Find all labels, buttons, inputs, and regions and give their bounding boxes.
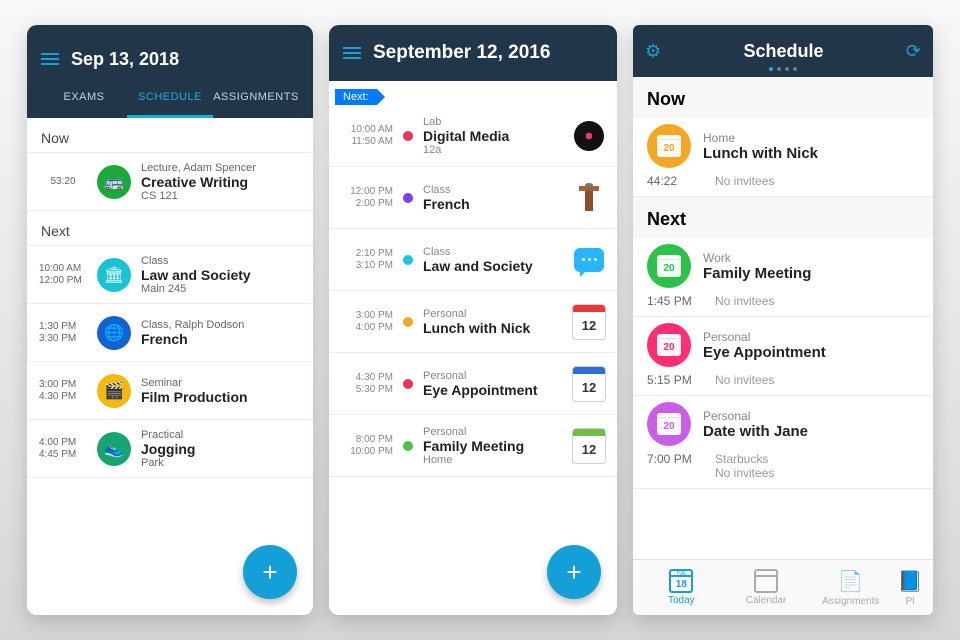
plus-icon: + bbox=[262, 557, 277, 588]
schedule-list: 10:00 AM11:50 AM Lab Digital Media 12a 1… bbox=[329, 105, 617, 615]
item-overline: Lecture, Adam Spencer bbox=[141, 162, 301, 174]
event-icon: 20 bbox=[647, 124, 691, 168]
add-button[interactable]: + bbox=[547, 545, 601, 599]
tab-assignments[interactable]: 📄 Assignments bbox=[808, 569, 893, 607]
chat-icon bbox=[571, 242, 607, 278]
page-dots bbox=[769, 67, 797, 71]
refresh-icon[interactable]: ⟳ bbox=[906, 41, 921, 62]
header: ⚙ Schedule ⟳ bbox=[633, 25, 933, 77]
event-icon: 20 bbox=[647, 244, 691, 288]
tab-bar: EXAMS SCHEDULE ASSIGNMENTS bbox=[41, 81, 299, 118]
color-dot bbox=[403, 255, 413, 265]
phone-screen-3: ⚙ Schedule ⟳ Now 20 Home Lunch with Nick… bbox=[633, 25, 933, 615]
calendar-icon: TUE 18 bbox=[669, 569, 693, 593]
phone-screen-2: September 12, 2016 Next: 10:00 AM11:50 A… bbox=[329, 25, 617, 615]
calendar-icon: 12 bbox=[571, 304, 607, 340]
time-range: 1:30 PM3:30 PM bbox=[39, 321, 87, 344]
podium-icon bbox=[571, 180, 607, 216]
schedule-item[interactable]: 53:20 🚌 Lecture, Adam Spencer Creative W… bbox=[27, 153, 313, 211]
countdown: 44:22 bbox=[647, 174, 703, 188]
schedule-item[interactable]: 20 Work Family Meeting 1:45 PM No invite… bbox=[633, 238, 933, 317]
hamburger-icon[interactable] bbox=[343, 47, 361, 59]
event-icon: 20 bbox=[647, 323, 691, 367]
schedule-item[interactable]: 3:00 PM4:00 PM Personal Lunch with Nick … bbox=[329, 291, 617, 353]
header: Sep 13, 2018 EXAMS SCHEDULE ASSIGNMENTS bbox=[27, 25, 313, 118]
event-icon: 20 bbox=[647, 402, 691, 446]
plus-icon: + bbox=[566, 557, 581, 588]
schedule-item[interactable]: 3:00 PM4:30 PM 🎬 Seminar Film Production bbox=[27, 362, 313, 420]
schedule-item[interactable]: 1:30 PM3:30 PM 🌐 Class, Ralph Dodson Fre… bbox=[27, 304, 313, 362]
time-range: 10:00 AM12:00 PM bbox=[39, 263, 87, 286]
calendar-icon: 12 bbox=[571, 428, 607, 464]
color-dot bbox=[403, 131, 413, 141]
class-icon: 🚌 bbox=[97, 165, 131, 199]
tab-schedule[interactable]: SCHEDULE bbox=[127, 81, 213, 118]
class-icon: 🎬 bbox=[97, 374, 131, 408]
color-dot bbox=[403, 441, 413, 451]
schedule-item[interactable]: 4:00 PM4:45 PM 👟 Practical Jogging Park bbox=[27, 420, 313, 478]
header-date: Sep 13, 2018 bbox=[71, 49, 179, 70]
schedule-item[interactable]: 12:00 PM2:00 PM Class French bbox=[329, 167, 617, 229]
color-dot bbox=[403, 193, 413, 203]
next-chip: Next: bbox=[335, 89, 377, 105]
header-date: September 12, 2016 bbox=[373, 42, 550, 64]
tab-calendar[interactable]: Calendar bbox=[724, 569, 809, 606]
schedule-item[interactable]: 20 Personal Eye Appointment 5:15 PM No i… bbox=[633, 317, 933, 396]
tab-more[interactable]: 📘 Pl bbox=[893, 569, 927, 607]
header-title: Schedule bbox=[744, 41, 824, 62]
countdown: 53:20 bbox=[39, 176, 87, 188]
schedule-list: Now 53:20 🚌 Lecture, Adam Spencer Creati… bbox=[27, 118, 313, 615]
schedule-item[interactable]: 20 Home Lunch with Nick 44:22 No invitee… bbox=[633, 118, 933, 197]
class-icon: 🌐 bbox=[97, 316, 131, 350]
schedule-item[interactable]: 4:30 PM5:30 PM Personal Eye Appointment … bbox=[329, 353, 617, 415]
phone-screen-1: Sep 13, 2018 EXAMS SCHEDULE ASSIGNMENTS … bbox=[27, 25, 313, 615]
schedule-list: Now 20 Home Lunch with Nick 44:22 No inv… bbox=[633, 77, 933, 559]
class-icon: 🏛 bbox=[97, 258, 131, 292]
section-now: Now bbox=[633, 77, 933, 118]
time-range: 4:00 PM4:45 PM bbox=[39, 437, 87, 460]
item-title: Creative Writing bbox=[141, 174, 301, 190]
schedule-item[interactable]: 10:00 AM12:00 PM 🏛 Class Law and Society… bbox=[27, 246, 313, 304]
gear-icon[interactable]: ⚙ bbox=[645, 41, 661, 62]
add-button[interactable]: + bbox=[243, 545, 297, 599]
schedule-item[interactable]: 10:00 AM11:50 AM Lab Digital Media 12a bbox=[329, 105, 617, 167]
schedule-item[interactable]: 20 Personal Date with Jane 7:00 PM Starb… bbox=[633, 396, 933, 489]
hamburger-icon[interactable] bbox=[41, 53, 59, 65]
header: September 12, 2016 bbox=[329, 25, 617, 81]
calendar-icon: 12 bbox=[571, 366, 607, 402]
class-icon: 👟 bbox=[97, 432, 131, 466]
assignments-icon: 📄 bbox=[838, 569, 863, 594]
calendar-icon bbox=[754, 569, 778, 593]
more-icon: 📘 bbox=[898, 569, 923, 594]
color-dot bbox=[403, 317, 413, 327]
vinyl-icon bbox=[571, 118, 607, 154]
tab-exams[interactable]: EXAMS bbox=[41, 81, 127, 118]
section-next: Next bbox=[27, 211, 313, 246]
bottom-tab-bar: TUE 18 Today Calendar 📄 Assignments 📘 Pl bbox=[633, 559, 933, 615]
time-range: 3:00 PM4:30 PM bbox=[39, 379, 87, 402]
schedule-item[interactable]: 8:00 PM10:00 PM Personal Family Meeting … bbox=[329, 415, 617, 477]
color-dot bbox=[403, 379, 413, 389]
next-chip-wrap: Next: bbox=[329, 81, 617, 105]
section-next: Next bbox=[633, 197, 933, 238]
item-subtitle: CS 121 bbox=[141, 190, 301, 202]
schedule-item[interactable]: 2:10 PM3:10 PM Class Law and Society bbox=[329, 229, 617, 291]
section-now: Now bbox=[27, 118, 313, 153]
tab-today[interactable]: TUE 18 Today bbox=[639, 569, 724, 606]
tab-assignments[interactable]: ASSIGNMENTS bbox=[213, 81, 299, 118]
